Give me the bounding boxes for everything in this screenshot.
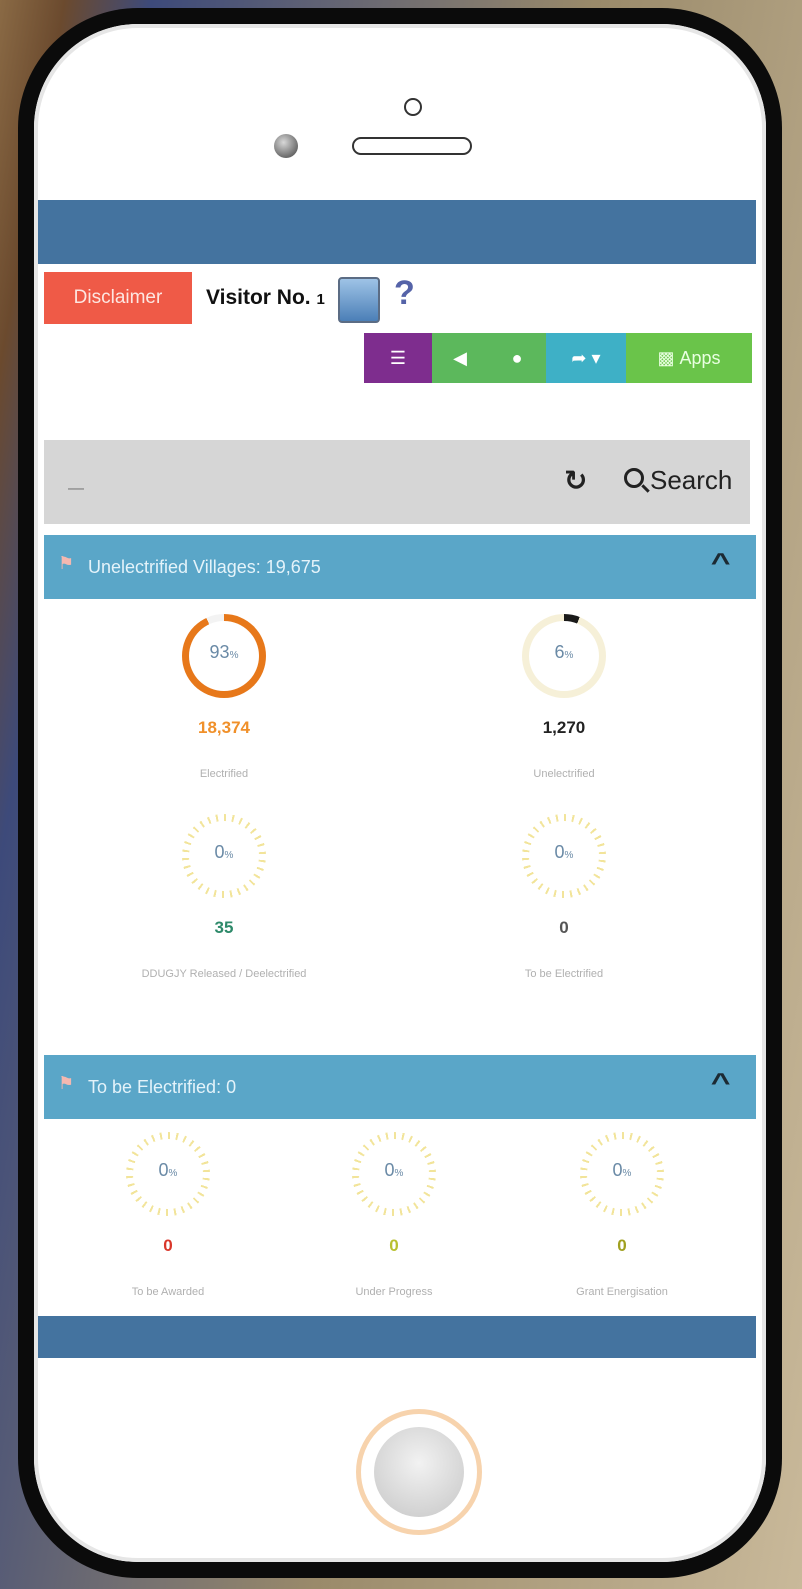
top-app-bar [38, 200, 756, 264]
unelectrified-panel-header[interactable]: ⚑ Unelectrified Villages: 19,675 ^ [44, 535, 756, 599]
app-screen: Disclaimer Visitor No. 1 ? ☰ ◀ ● ➦ ▾ ▩ A… [38, 200, 756, 1358]
percent-sign: % [224, 850, 234, 861]
percent-label: 0% [522, 842, 606, 863]
progress-ring: 6% [522, 614, 606, 698]
percent-value: 0 [214, 842, 225, 862]
visitor-number: 1 [316, 291, 325, 308]
progress-ring: 93% [182, 614, 266, 698]
stat-label: Under Progress [355, 1286, 433, 1298]
stat-value[interactable]: 0 [48, 1236, 288, 1256]
list-icon: ☰ [389, 347, 407, 368]
flag-icon: ⚑ [58, 1073, 75, 1093]
android-icon: ▩ [657, 347, 675, 368]
share-icon: ➦ [571, 347, 587, 368]
progress-ring: 0% [522, 814, 606, 898]
home-button-face [374, 1427, 464, 1517]
panel-title: To be Electrified: 0 [88, 1077, 237, 1097]
panel-title: Unelectrified Villages: 19,675 [88, 557, 321, 577]
stat-label: To be Electrified [524, 968, 604, 980]
apps-label: Apps [679, 347, 721, 368]
chevron-up-icon[interactable]: ^ [711, 1067, 731, 1098]
chevron-up-icon[interactable]: ^ [711, 547, 731, 578]
sensor-dot [404, 98, 422, 116]
volume-button[interactable]: ◀ [432, 333, 488, 383]
stat-label: Grant Energisation [576, 1286, 668, 1298]
stat-card: 93% 18,374 Electrified [104, 614, 344, 780]
percent-sign: % [168, 1168, 178, 1179]
percent-sign: % [564, 650, 574, 661]
percent-label: 0% [580, 1160, 664, 1181]
percent-sign: % [622, 1168, 632, 1179]
stat-label: To be Awarded [131, 1286, 205, 1298]
help-icon[interactable]: ? [394, 274, 415, 313]
percent-value: 6 [554, 642, 565, 662]
percent-value: 93 [209, 642, 230, 662]
to-be-electrified-panel-header[interactable]: ⚑ To be Electrified: 0 ^ [44, 1055, 756, 1119]
search-icon [624, 468, 644, 488]
percent-sign: % [394, 1168, 404, 1179]
visitor-label: Visitor No. [206, 286, 311, 309]
flag-icon: ⚑ [58, 553, 75, 573]
progress-ring: 0% [126, 1132, 210, 1216]
progress-ring: 0% [182, 814, 266, 898]
stat-value[interactable]: 0 [502, 1236, 742, 1256]
percent-label: 93% [182, 642, 266, 663]
volume-icon: ◀ [453, 347, 467, 368]
home-button[interactable] [356, 1409, 482, 1535]
percent-value: 0 [384, 1160, 395, 1180]
stat-value[interactable]: 0 [274, 1236, 514, 1256]
visitor-image-icon[interactable] [338, 277, 380, 323]
percent-value: 0 [612, 1160, 623, 1180]
percent-label: 0% [126, 1160, 210, 1181]
stat-label: DDUGJY Released / Deelectrified [141, 968, 307, 980]
front-camera [274, 134, 298, 158]
stat-label: Electrified [199, 768, 249, 780]
stat-card: 0% 0 Grant Energisation [502, 1132, 742, 1298]
search-label: Search [650, 464, 733, 495]
apps-button[interactable]: ▩ Apps [626, 333, 752, 383]
progress-ring: 0% [352, 1132, 436, 1216]
toolbar: ☰ ◀ ● ➦ ▾ ▩ Apps [364, 333, 752, 383]
disclaimer-button[interactable]: Disclaimer [44, 272, 192, 324]
stat-card: 0% 0 To be Electrified [444, 814, 684, 980]
microphone-icon: ● [511, 347, 523, 368]
earpiece-speaker [352, 137, 472, 155]
percent-label: 6% [522, 642, 606, 663]
stat-card: 0% 0 To be Awarded [48, 1132, 288, 1298]
progress-ring: 0% [580, 1132, 664, 1216]
percent-value: 0 [554, 842, 565, 862]
stat-card: 0% 35 DDUGJY Released / Deelectrified [104, 814, 344, 980]
search-placeholder[interactable]: — [68, 480, 84, 498]
microphone-button[interactable]: ● [488, 333, 546, 383]
percent-sign: % [564, 850, 574, 861]
search-button[interactable]: Search [618, 460, 738, 500]
refresh-icon[interactable]: ↻ [564, 464, 587, 497]
bottom-app-bar [38, 1316, 756, 1358]
stat-value[interactable]: 0 [444, 918, 684, 938]
stat-value[interactable]: 35 [104, 918, 344, 938]
chevron-down-icon: ▾ [591, 347, 601, 368]
stat-value[interactable]: 18,374 [104, 718, 344, 738]
percent-sign: % [229, 650, 239, 661]
stat-card: 0% 0 Under Progress [274, 1132, 514, 1298]
stat-label: Unelectrified [533, 768, 595, 780]
share-button[interactable]: ➦ ▾ [546, 333, 626, 383]
percent-label: 0% [352, 1160, 436, 1181]
visitor-counter: Visitor No. 1 [206, 286, 325, 310]
list-button[interactable]: ☰ [364, 333, 432, 383]
phone-frame: Disclaimer Visitor No. 1 ? ☰ ◀ ● ➦ ▾ ▩ A… [18, 8, 782, 1578]
phone-face: Disclaimer Visitor No. 1 ? ☰ ◀ ● ➦ ▾ ▩ A… [34, 24, 766, 1562]
percent-label: 0% [182, 842, 266, 863]
stat-value[interactable]: 1,270 [444, 718, 684, 738]
percent-value: 0 [158, 1160, 169, 1180]
search-bar: — ↻ Search [44, 440, 750, 524]
stat-card: 6% 1,270 Unelectrified [444, 614, 684, 780]
